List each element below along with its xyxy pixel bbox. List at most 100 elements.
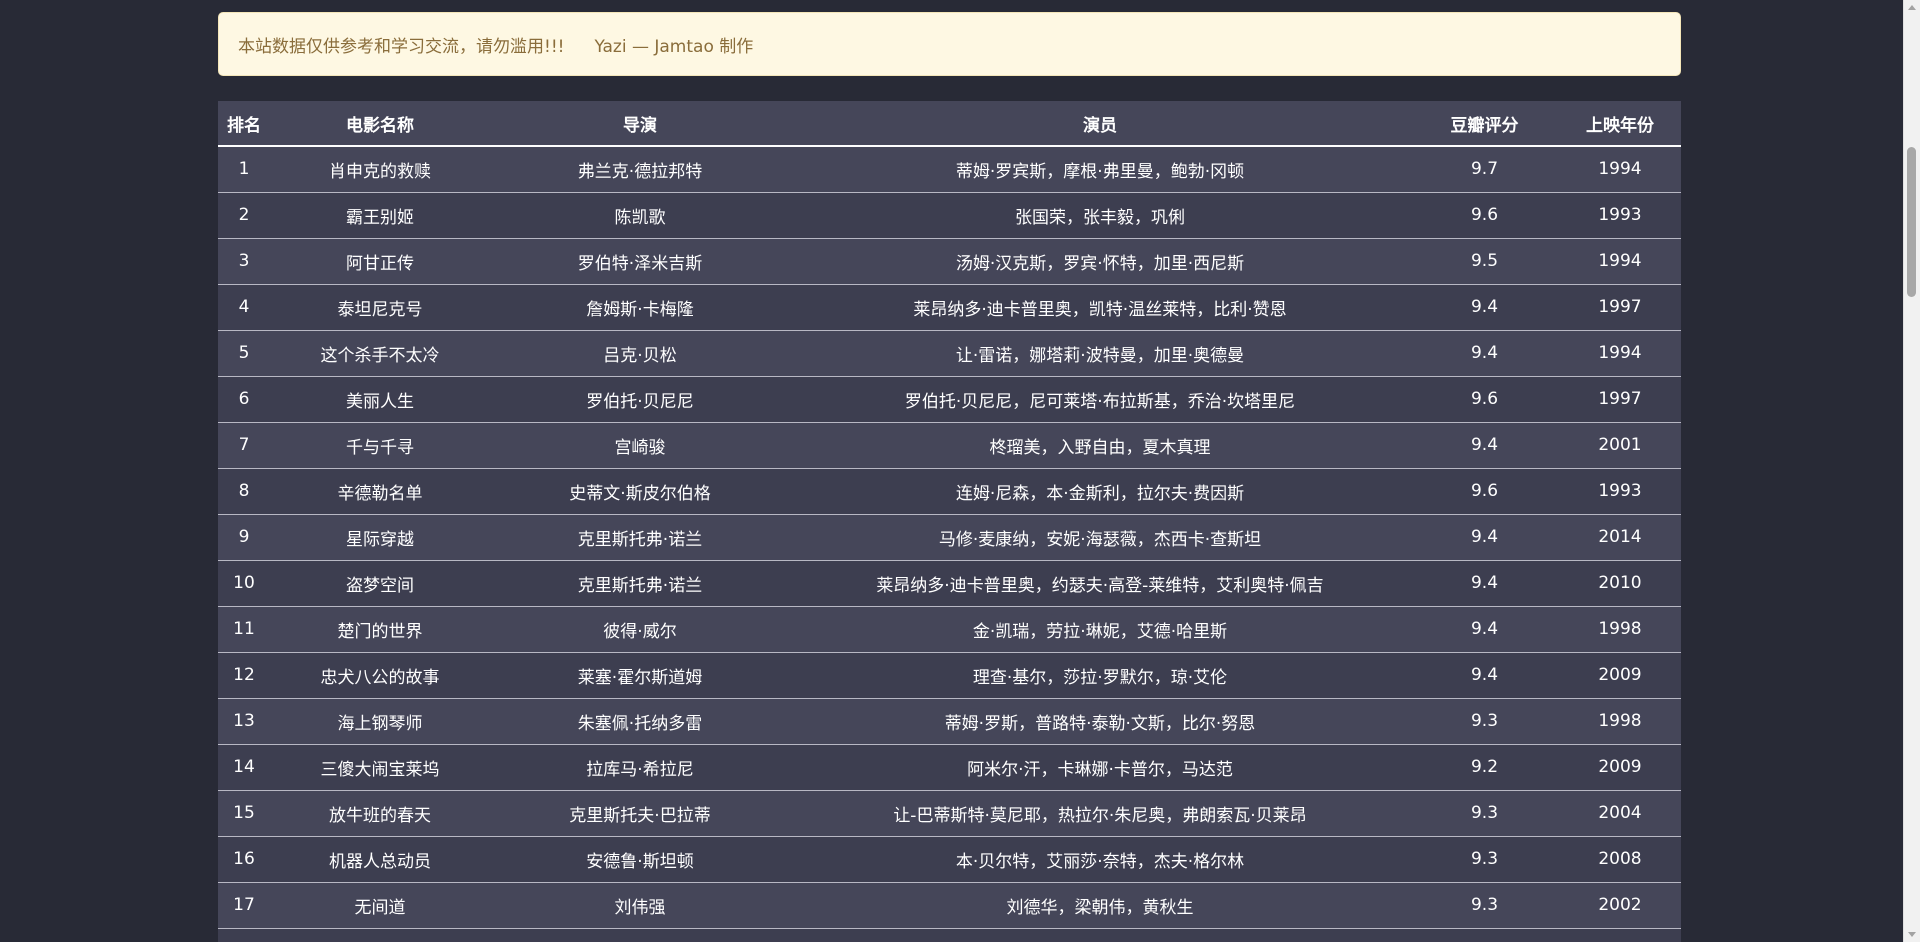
- cell-director: 陈凯歌: [614, 207, 666, 228]
- cell-actors: 刘德华，梁朝伟，黄秋生: [1006, 897, 1194, 918]
- table-row: 5 这个杀手不太冷 吕克·贝松 让·雷诺，娜塔莉·波特曼，加里·奥德曼 9.4 1994: [218, 330, 1681, 376]
- cell-title: 机器人总动员: [329, 851, 431, 872]
- cell-title: 放牛班的春天: [329, 805, 431, 826]
- table-row: 13 海上钢琴师 朱塞佩·托纳多雷 蒂姆·罗斯，普路特·泰勒·文斯，比尔·努恩 9.3 1…: [218, 698, 1681, 744]
- cell-actors: 本·贝尔特，艾丽莎·奈特，杰夫·格尔林: [955, 851, 1245, 872]
- cell-actors: 莱昂纳多·迪卡普里奥，凯特·温丝莱特，比利·赞恩: [913, 299, 1287, 320]
- cell-rating: 9.2: [1470, 757, 1499, 777]
- cell-director: 弗兰克·德拉邦特: [577, 161, 703, 182]
- cell-title: 泰坦尼克号: [337, 299, 423, 320]
- cell-title: 辛德勒名单: [337, 483, 423, 504]
- header-year: 上映年份: [1586, 115, 1654, 136]
- cell-director: [490, 928, 790, 942]
- cell-actors: [790, 928, 1410, 942]
- cell-year: 2010: [1598, 573, 1642, 593]
- cell-actors: 让·雷诺，娜塔莉·波特曼，加里·奥德曼: [955, 345, 1245, 366]
- cell-year: 1994: [1598, 251, 1642, 271]
- table-row: 7 千与千寻 宫崎骏 柊瑠美，入野自由，夏木真理 9.4 2001: [218, 422, 1681, 468]
- cell-director: 吕克·贝松: [603, 345, 677, 366]
- cell-rank: 2: [238, 205, 250, 225]
- scrollbar-thumb[interactable]: [1907, 147, 1916, 297]
- cell-year: 1994: [1598, 343, 1642, 363]
- cell-rank: 1: [238, 159, 250, 180]
- cell-director: 克里斯托弗·诺兰: [577, 575, 703, 596]
- cell-director: 詹姆斯·卡梅隆: [586, 299, 694, 320]
- cell-rating: 9.4: [1470, 665, 1499, 685]
- cell-director: 罗伯特·泽米吉斯: [577, 253, 703, 274]
- table-body: 1 肖申克的救赎 弗兰克·德拉邦特 蒂姆·罗宾斯，摩根·弗里曼，鲍勃·冈顿 9.7 199…: [218, 146, 1681, 942]
- table-row: 11 楚门的世界 彼得·威尔 金·凯瑞，劳拉·琳妮，艾德·哈里斯 9.4 1998: [218, 606, 1681, 652]
- cell-rating: 9.3: [1470, 895, 1499, 915]
- cell-rank: 10: [233, 573, 255, 593]
- cell-rating: 9.5: [1470, 251, 1499, 271]
- cell-rank: 12: [233, 665, 255, 685]
- table-row: 9 星际穿越 克里斯托弗·诺兰 马修·麦康纳，安妮·海瑟薇，杰西卡·查斯坦 9.4 201…: [218, 514, 1681, 560]
- cell-director: 安德鲁·斯坦顿: [586, 851, 694, 872]
- cell-year: [1559, 928, 1681, 942]
- cell-actors: 张国荣，张丰毅，巩俐: [1015, 207, 1185, 228]
- cell-title: 肖申克的救赎: [329, 161, 431, 182]
- cell-rating: 9.6: [1470, 481, 1499, 501]
- cell-year: 2004: [1598, 803, 1642, 823]
- cell-title: 海上钢琴师: [337, 713, 423, 734]
- cell-rank: 11: [233, 619, 255, 639]
- cell-title: 盗梦空间: [346, 575, 414, 596]
- vertical-scrollbar[interactable]: [1903, 0, 1920, 942]
- cell-director: 宫崎骏: [614, 437, 666, 458]
- cell-year: 2009: [1598, 757, 1642, 777]
- cell-actors: 理查·基尔，莎拉·罗默尔，琼·艾伦: [972, 667, 1228, 688]
- cell-actors: 金·凯瑞，劳拉·琳妮，艾德·哈里斯: [972, 621, 1228, 642]
- table-row: 16 机器人总动员 安德鲁·斯坦顿 本·贝尔特，艾丽莎·奈特，杰夫·格尔林 9.3 200…: [218, 836, 1681, 882]
- cell-title: 美丽人生: [346, 391, 414, 412]
- cell-rating: 9.6: [1470, 389, 1499, 409]
- cell-rank: 15: [233, 803, 255, 823]
- notice-text: 本站数据仅供参考和学习交流，请勿滥用!!!: [238, 36, 565, 57]
- cell-rank: 16: [233, 849, 255, 869]
- cell-actors: 柊瑠美，入野自由，夏木真理: [989, 437, 1211, 458]
- cell-rating: 9.4: [1470, 297, 1499, 317]
- cell-title: 阿甘正传: [346, 253, 414, 274]
- cell-year: 1993: [1598, 481, 1642, 501]
- cell-title: 无间道: [354, 897, 406, 918]
- cell-actors: 汤姆·汉克斯，罗宾·怀特，加里·西尼斯: [955, 253, 1245, 274]
- table-row: 3 阿甘正传 罗伯特·泽米吉斯 汤姆·汉克斯，罗宾·怀特，加里·西尼斯 9.5 1994: [218, 238, 1681, 284]
- cell-rating: 9.3: [1470, 711, 1499, 731]
- cell-actors: 蒂姆·罗斯，普路特·泰勒·文斯，比尔·努恩: [944, 713, 1256, 734]
- cell-year: 2014: [1598, 527, 1642, 547]
- cell-year: 2008: [1598, 849, 1642, 869]
- cell-rating: 9.3: [1470, 803, 1499, 823]
- header-rank: 排名: [227, 115, 261, 136]
- cell-director: 克里斯托弗·诺兰: [577, 529, 703, 550]
- table-row: 10 盗梦空间 克里斯托弗·诺兰 莱昂纳多·迪卡普里奥，约瑟夫·高登-莱维特，艾利奥特…: [218, 560, 1681, 606]
- table-row: 12 忠犬八公的故事 莱塞·霍尔斯道姆 理查·基尔，莎拉·罗默尔，琼·艾伦 9.4 200…: [218, 652, 1681, 698]
- cell-year: 1997: [1598, 389, 1642, 409]
- table-row: 14 三傻大闹宝莱坞 拉库马·希拉尼 阿米尔·汗，卡琳娜·卡普尔，马达范 9.2 2009: [218, 744, 1681, 790]
- cell-actors: 莱昂纳多·迪卡普里奥，约瑟夫·高登-莱维特，艾利奥特·佩吉: [876, 575, 1324, 596]
- table-row: 6 美丽人生 罗伯托·贝尼尼 罗伯托·贝尼尼，尼可莱塔·布拉斯基，乔治·坎塔里尼 9.6…: [218, 376, 1681, 422]
- cell-title: 千与千寻: [346, 437, 414, 458]
- scroll-down-arrow-icon[interactable]: [1908, 932, 1916, 937]
- table-row: 15 放牛班的春天 克里斯托夫·巴拉蒂 让-巴蒂斯特·莫尼耶，热拉尔·朱尼奥，弗朗索瓦…: [218, 790, 1681, 836]
- main-container: 本站数据仅供参考和学习交流，请勿滥用!!! Yazi — Jamtao 制作 排…: [218, 0, 1681, 942]
- cell-title: 霸王别姬: [346, 207, 414, 228]
- cell-actors: 阿米尔·汗，卡琳娜·卡普尔，马达范: [967, 759, 1233, 780]
- cell-rank: 8: [238, 481, 250, 501]
- cell-year: 1998: [1598, 619, 1642, 639]
- cell-year: 1994: [1598, 159, 1642, 180]
- cell-rank: [218, 928, 270, 942]
- cell-title: 这个杀手不太冷: [320, 345, 440, 366]
- table-row: 2 霸王别姬 陈凯歌 张国荣，张丰毅，巩俐 9.6 1993: [218, 192, 1681, 238]
- table-row: 4 泰坦尼克号 詹姆斯·卡梅隆 莱昂纳多·迪卡普里奥，凯特·温丝莱特，比利·赞恩 9.4…: [218, 284, 1681, 330]
- disclaimer-notice: 本站数据仅供参考和学习交流，请勿滥用!!! Yazi — Jamtao 制作: [218, 12, 1681, 76]
- cell-director: 朱塞佩·托纳多雷: [577, 713, 703, 734]
- notice-author: Yazi — Jamtao 制作: [594, 36, 754, 57]
- cell-rating: 9.4: [1470, 619, 1499, 639]
- cell-rank: 3: [238, 251, 250, 271]
- table-row: 1 肖申克的救赎 弗兰克·德拉邦特 蒂姆·罗宾斯，摩根·弗里曼，鲍勃·冈顿 9.7 199…: [218, 146, 1681, 192]
- cell-director: 罗伯托·贝尼尼: [586, 391, 694, 412]
- cell-title: [270, 928, 490, 942]
- cell-rating: 9.4: [1470, 343, 1499, 363]
- cell-actors: 罗伯托·贝尼尼，尼可莱塔·布拉斯基，乔治·坎塔里尼: [904, 391, 1296, 412]
- scroll-up-arrow-icon[interactable]: [1908, 5, 1916, 10]
- cell-director: 克里斯托夫·巴拉蒂: [569, 805, 711, 826]
